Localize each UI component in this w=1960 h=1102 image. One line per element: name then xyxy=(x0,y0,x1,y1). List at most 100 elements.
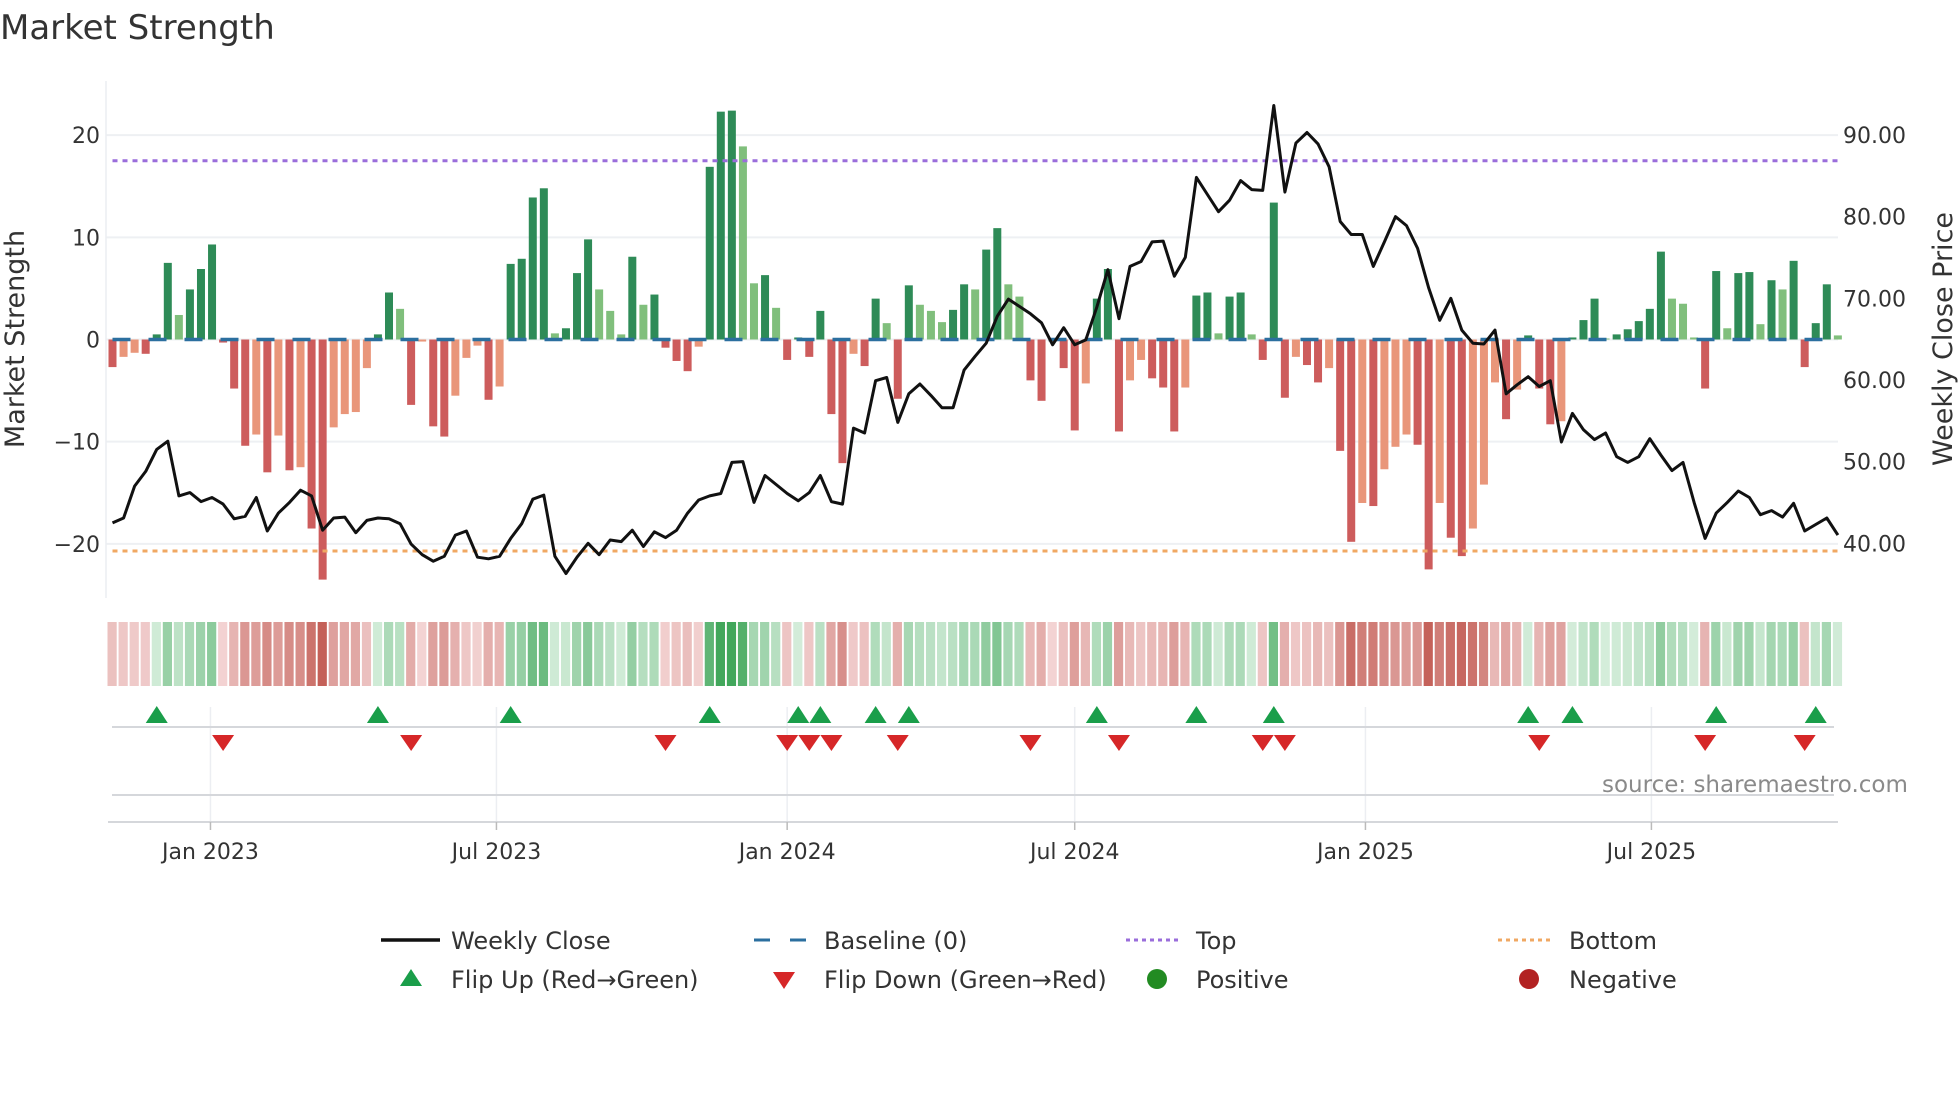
heat-strip-cell xyxy=(1069,622,1079,686)
heat-strip-cell xyxy=(1235,622,1245,686)
strength-bar xyxy=(108,339,117,368)
left-axis-ticks: 20 10 0 −10 −20 xyxy=(54,124,100,558)
heat-strip-cell xyxy=(1113,622,1124,686)
heat-strip-cell xyxy=(229,622,239,686)
heat-strip-cell xyxy=(1810,622,1820,686)
heat-strip-cell xyxy=(1501,622,1511,686)
heat-strip-cell xyxy=(107,622,117,686)
heat-strip-cell xyxy=(782,622,792,686)
heat-strip-cell xyxy=(505,622,515,686)
heat-strip-cell xyxy=(1036,622,1046,686)
y2-tick-label: 50.00 xyxy=(1843,451,1906,476)
strength-bar xyxy=(130,339,139,353)
strength-bar xyxy=(263,339,272,473)
flip-up-marker xyxy=(1804,706,1827,723)
flip-down-marker xyxy=(1019,735,1042,751)
strength-bar xyxy=(1291,339,1300,357)
legend-label: Negative xyxy=(1569,966,1677,994)
y2-tick-label: 60.00 xyxy=(1843,369,1906,394)
strength-bar xyxy=(1114,339,1123,432)
heat-strip-cell xyxy=(350,622,361,686)
strength-bar xyxy=(1214,333,1223,340)
heat-strip-cell xyxy=(1434,622,1444,686)
heat-strip-cell xyxy=(760,622,770,686)
heat-strip-cell xyxy=(671,622,681,686)
strength-bar xyxy=(1778,289,1787,340)
strength-bar xyxy=(1358,339,1367,503)
heat-strip-cell xyxy=(627,622,637,686)
heat-strip-cell xyxy=(1047,622,1057,686)
heat-strip-cell xyxy=(560,622,571,686)
heat-strip-cell xyxy=(1589,622,1599,686)
strength-bar xyxy=(893,339,902,399)
heat-strip-cell xyxy=(1567,622,1577,686)
strength-bar xyxy=(1800,339,1809,368)
heat-strip-cell xyxy=(162,622,172,686)
heat-strip-cell xyxy=(1191,622,1201,686)
heat-strip-cell xyxy=(1091,622,1102,686)
strength-bar xyxy=(761,275,770,340)
x-tick-label: Jul 2023 xyxy=(450,840,542,865)
flip-up-marker xyxy=(698,706,721,723)
heat-strip-cell xyxy=(1722,622,1732,686)
strength-bar xyxy=(1126,339,1135,381)
strength-bar xyxy=(196,269,205,340)
legend-label: Weekly Close xyxy=(451,927,611,955)
strength-bar xyxy=(351,339,360,413)
strength-bar xyxy=(241,339,250,446)
strength-bar xyxy=(230,339,239,389)
source-credit: source: sharemaestro.com xyxy=(1602,772,1908,798)
heat-strip-cell xyxy=(594,622,604,686)
strength-bar xyxy=(816,310,825,340)
positive-circle-icon xyxy=(1147,969,1167,989)
heat-strip-cell xyxy=(207,622,217,686)
heat-strip-cell xyxy=(1832,622,1843,686)
strength-bar xyxy=(208,244,217,340)
heat-strip-cell xyxy=(981,622,991,686)
flip-up-marker xyxy=(1705,706,1728,723)
strength-bar xyxy=(838,339,847,464)
heat-strip-cell xyxy=(1512,622,1522,686)
heat-strip-cell xyxy=(1445,622,1455,686)
strength-bar xyxy=(1734,273,1743,340)
strength-bar xyxy=(716,111,725,340)
heat-strip-cell xyxy=(173,622,184,686)
strength-bar xyxy=(573,273,582,340)
strength-bar xyxy=(1535,339,1544,389)
strength-bar xyxy=(1479,339,1488,485)
heat-strip-cell xyxy=(527,622,537,686)
heat-strip-cell xyxy=(439,622,449,686)
strength-bar xyxy=(1026,339,1035,381)
heat-strip xyxy=(107,622,1843,686)
heat-strip-cell xyxy=(1711,622,1721,686)
flip-down-marker xyxy=(886,735,909,751)
heat-strip-cell xyxy=(384,622,394,686)
strength-bar xyxy=(749,283,758,340)
strength-bar xyxy=(1325,339,1334,369)
heat-strip-cell xyxy=(1301,622,1312,686)
heat-strip-cell xyxy=(428,622,438,686)
strength-bar xyxy=(396,308,405,340)
heat-strip-cell xyxy=(881,622,891,686)
strength-bar xyxy=(606,310,615,340)
market-strength-chart: Market Strength 20 10 0 −10 −20 90.00 80.00 70… xyxy=(0,8,1959,994)
strength-bar xyxy=(451,339,460,396)
strength-bar xyxy=(595,289,604,340)
strength-bar xyxy=(1314,339,1323,383)
flip-up-marker xyxy=(499,706,522,723)
strength-bar xyxy=(528,197,537,340)
strength-bar xyxy=(1258,339,1267,360)
strength-bar xyxy=(1004,284,1013,340)
strength-bar xyxy=(440,339,449,437)
strength-bar xyxy=(1424,339,1433,570)
heat-strip-cell xyxy=(1246,622,1256,686)
legend-label: Flip Down (Green→Red) xyxy=(824,966,1107,994)
strength-bar xyxy=(1347,339,1356,542)
strength-bar xyxy=(672,339,681,361)
strength-bar xyxy=(805,339,814,357)
strength-bar xyxy=(849,339,858,354)
heat-strip-cell xyxy=(1600,622,1610,686)
heat-strip-cell xyxy=(1777,622,1787,686)
heat-strip-cell xyxy=(1180,622,1190,686)
heat-strip-cell xyxy=(1147,622,1157,686)
